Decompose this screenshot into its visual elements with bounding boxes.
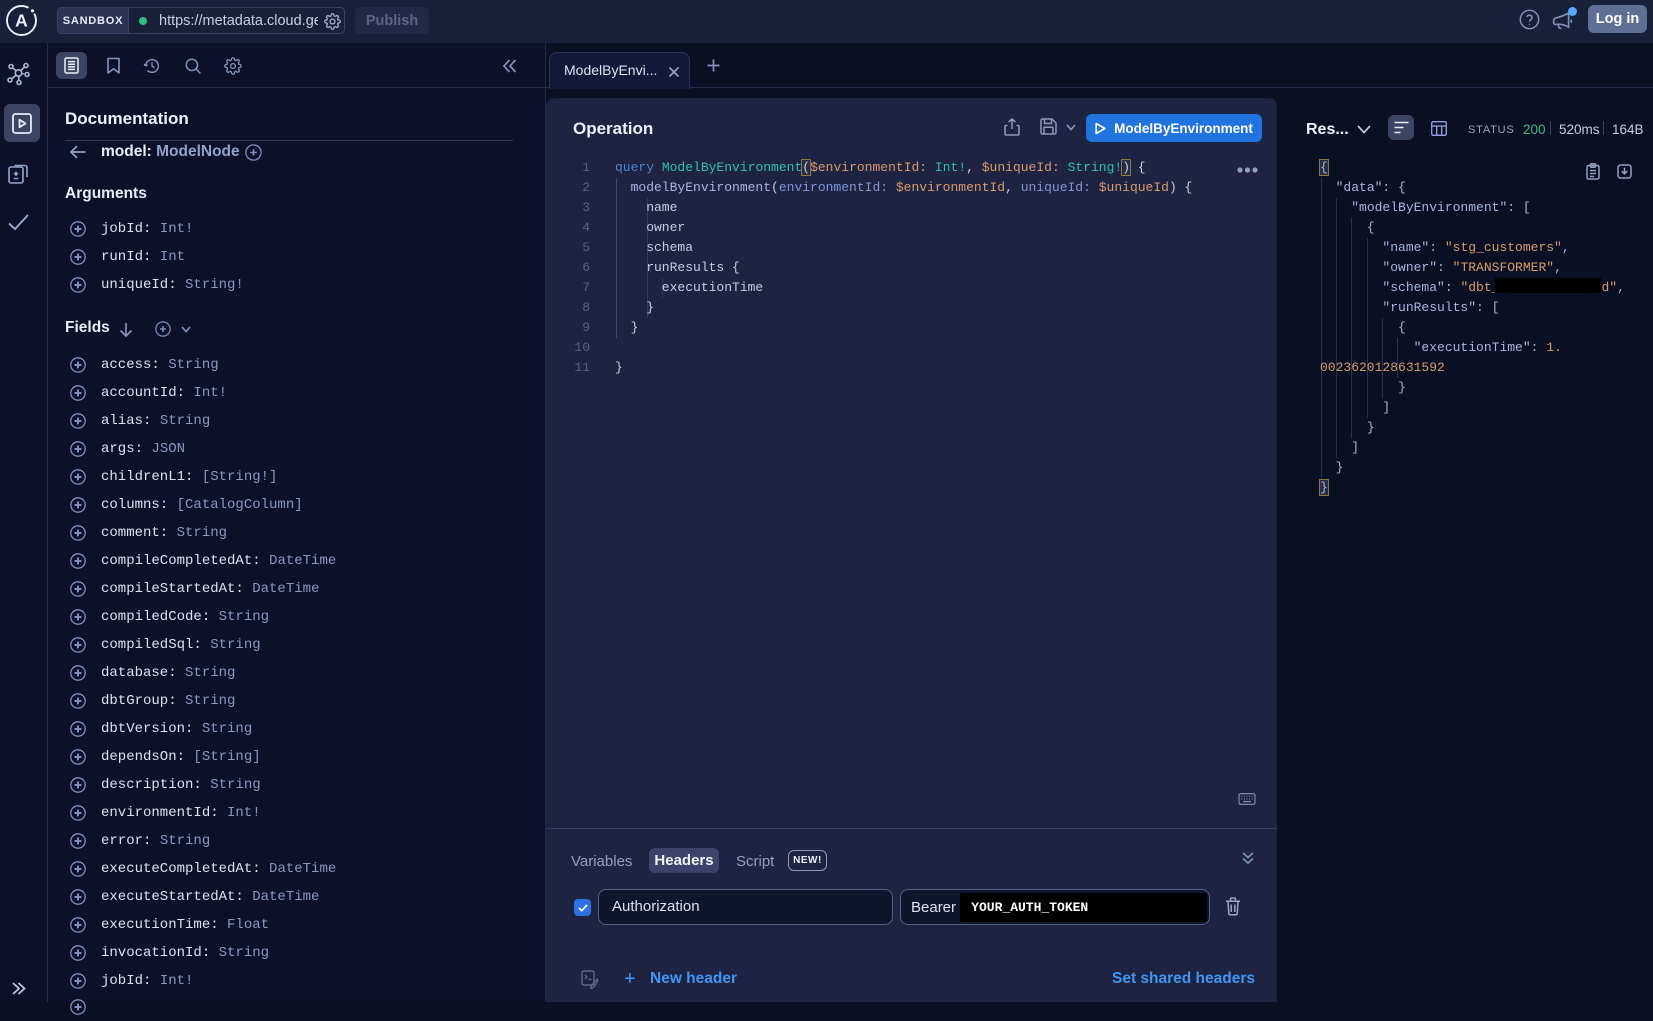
svg-text:A: A <box>15 11 28 31</box>
